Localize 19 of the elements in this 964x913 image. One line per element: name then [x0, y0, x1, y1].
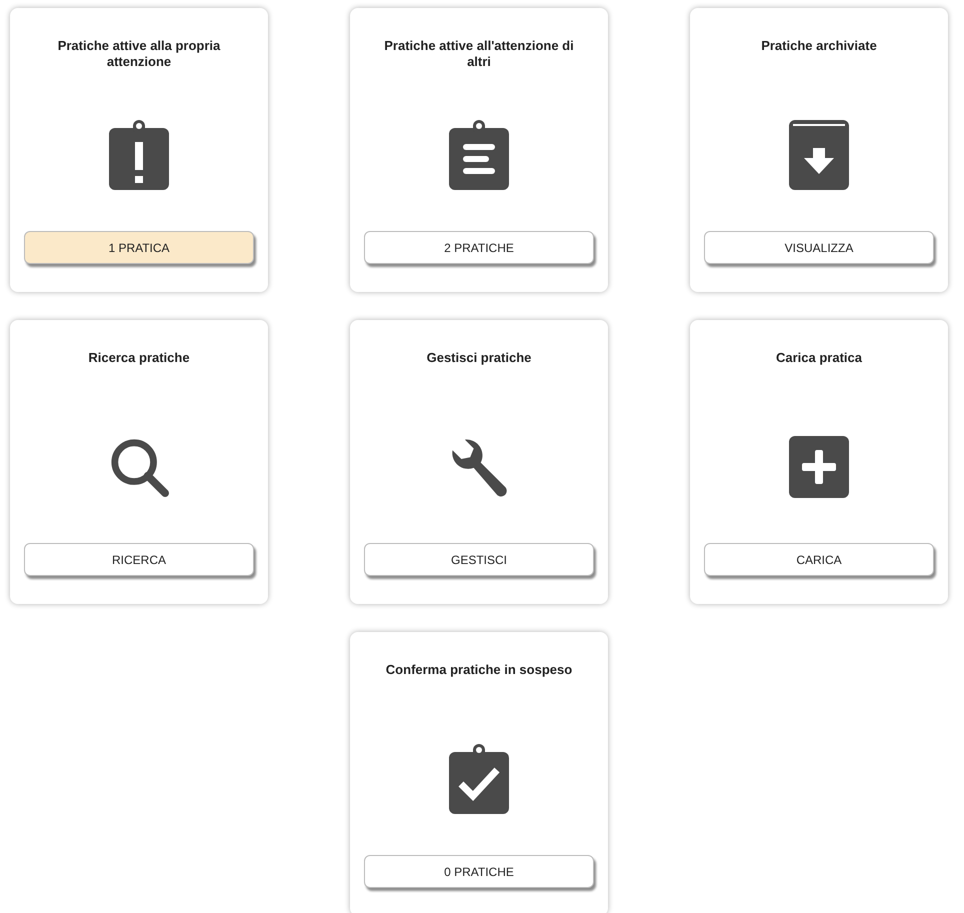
card-title: Pratiche archiviate: [760, 38, 878, 55]
action-button[interactable]: 2 PRATICHE: [364, 231, 594, 264]
action-button[interactable]: RICERCA: [24, 543, 254, 576]
clipboard-alert-icon: [109, 120, 169, 190]
search-icon: [109, 436, 169, 496]
card-title: Pratiche attive alla propria attenzione: [56, 38, 222, 71]
card-title: Pratiche attive all'attenzione di altri: [384, 38, 574, 71]
archive-icon: [789, 120, 849, 190]
action-button[interactable]: 0 PRATICHE: [364, 855, 594, 888]
card-title: Gestisci pratiche: [426, 350, 532, 367]
card-title: Conferma pratiche in sospeso: [384, 662, 574, 679]
action-button[interactable]: GESTISCI: [364, 543, 594, 576]
action-button[interactable]: 1 PRATICA: [24, 231, 254, 264]
action-button[interactable]: VISUALIZZA: [704, 231, 934, 264]
clipboard-check-icon: [449, 744, 509, 814]
card-title: Carica pratica: [775, 350, 863, 367]
clipboard-list-icon: [449, 120, 509, 190]
action-button[interactable]: CARICA: [704, 543, 934, 576]
card-title: Ricerca pratiche: [87, 350, 191, 367]
